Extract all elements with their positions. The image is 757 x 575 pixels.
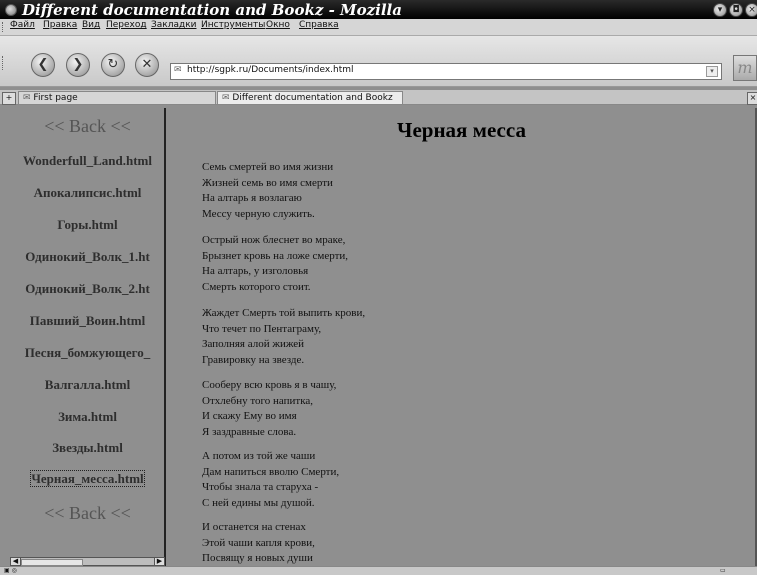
- poem-line: Гравировку на звезде.: [202, 353, 305, 366]
- tab-different-documentation[interactable]: ✉ Different documentation and Bookz: [217, 91, 403, 104]
- menu-go[interactable]: Переход: [106, 20, 147, 30]
- back-link-bottom[interactable]: << Back <<: [10, 503, 165, 524]
- poem-title: Черная месса: [397, 118, 526, 142]
- poem-line: Мессу черную служить.: [202, 207, 315, 220]
- poem-line: Жаждет Смерть той выпить крови,: [202, 307, 366, 319]
- tab-label: Different documentation and Bookz: [232, 93, 393, 103]
- window-menu-icon[interactable]: [5, 4, 17, 16]
- sidebar-link[interactable]: Звезды.html: [10, 440, 165, 456]
- reload-icon[interactable]: ↻: [101, 53, 125, 77]
- poem-line: Сооберу всю кровь я в чашу,: [202, 379, 337, 391]
- url-input[interactable]: ✉ http://sgpk.ru/Documents/index.html ▾: [170, 63, 722, 80]
- poem-line: Что течет по Пентаграму,: [202, 322, 322, 335]
- poem-line: Отхлебну того напитка,: [202, 394, 314, 407]
- minimize-icon[interactable]: ▾: [713, 3, 727, 17]
- poem-line: Заполняя алой жижей: [202, 338, 305, 350]
- sidebar-link[interactable]: Горы.html: [10, 217, 165, 233]
- tab-page-icon: ✉: [23, 93, 31, 103]
- menu-file[interactable]: Файл: [10, 20, 35, 30]
- poem-line: Острый нож блеснет во мраке,: [202, 234, 346, 246]
- sidebar-frame: << Back << Wonderfull_Land.html Апокалип…: [10, 108, 165, 560]
- poem-line: И останется на стенах: [202, 521, 306, 533]
- sidebar-link[interactable]: Песня_бомжующего_: [10, 345, 165, 361]
- sidebar-link[interactable]: Зима.html: [10, 409, 165, 425]
- new-tab-icon[interactable]: +: [2, 92, 16, 105]
- poem-line: Этой чаши капля крови,: [202, 536, 315, 549]
- stanza: Жаждет Смерть той выпить крови, Что тече…: [202, 306, 365, 368]
- toolbar-grip[interactable]: [2, 22, 7, 32]
- tab-page-icon: ✉: [222, 93, 230, 103]
- scrollbar-thumb[interactable]: [21, 559, 83, 566]
- throbber-logo-icon[interactable]: m: [733, 55, 757, 81]
- page-icon: ✉: [174, 65, 182, 75]
- menu-window[interactable]: Окно: [266, 20, 290, 30]
- window-title: Different documentation and Bookz - Mozi…: [22, 1, 402, 19]
- tab-first-page[interactable]: ✉ First page: [18, 91, 216, 104]
- close-icon[interactable]: ×: [745, 3, 757, 17]
- sidebar-link[interactable]: Одинокий_Волк_1.ht: [10, 249, 165, 265]
- poem-line: Посвящу я новых души: [202, 552, 313, 564]
- poem-line: А потом из той же чаши: [202, 450, 316, 462]
- horizontal-scrollbar[interactable]: ◀ ▶: [10, 557, 165, 566]
- poem-line: Я заздравные слова.: [202, 425, 297, 438]
- poem-line: С ней едины мы душой.: [202, 496, 315, 509]
- poem-line: Брызнет кровь на ложе смерти,: [202, 249, 349, 262]
- poem-line: На алтарь я возлагаю: [202, 192, 302, 204]
- maximize-icon[interactable]: ◘: [729, 3, 743, 17]
- menu-help[interactable]: Справка: [299, 20, 339, 30]
- menu-tools[interactable]: Инструменты: [201, 20, 265, 30]
- menu-bookmarks[interactable]: Закладки: [151, 20, 197, 30]
- sidebar-link-selected[interactable]: Черная_месса.html: [30, 470, 145, 487]
- menu-bar: Файл Правка Вид Переход Закладки Инструм…: [0, 19, 757, 36]
- poem-line: И скажу Ему во имя: [202, 410, 297, 422]
- scroll-left-icon[interactable]: ◀: [11, 558, 21, 565]
- stop-icon[interactable]: ✕: [135, 53, 159, 77]
- sidebar-link[interactable]: Апокалипсис.html: [10, 185, 165, 201]
- content-frame: Черная месса Семь смертей во имя жизни Ж…: [166, 108, 757, 566]
- poem-line: Дам напиться вволю Смерти,: [202, 465, 340, 478]
- tab-label: First page: [33, 93, 78, 103]
- stanza: Семь смертей во имя жизни Жизней семь во…: [202, 160, 333, 222]
- stanza: И останется на стенах Этой чаши капля кр…: [202, 520, 315, 566]
- stanza: А потом из той же чаши Дам напиться ввол…: [202, 449, 339, 511]
- forward-icon[interactable]: ❯: [66, 53, 90, 77]
- close-tab-icon[interactable]: ×: [747, 92, 757, 105]
- stanza: Острый нож блеснет во мраке, Брызнет кро…: [202, 233, 348, 295]
- stanza: Сооберу всю кровь я в чашу, Отхлебну тог…: [202, 378, 336, 440]
- sidebar-link[interactable]: Валгалла.html: [10, 377, 165, 393]
- poem-line: Чтобы знала та старуха -: [202, 481, 319, 493]
- sidebar-link[interactable]: Павший_Воин.html: [10, 313, 165, 329]
- poem-line: Смерть которого стоит.: [202, 280, 311, 293]
- poem-line: На алтарь, у изголовья: [202, 265, 309, 277]
- url-dropdown-icon[interactable]: ▾: [706, 66, 718, 77]
- sidebar-link[interactable]: Одинокий_Волк_2.ht: [10, 281, 165, 297]
- url-text[interactable]: http://sgpk.ru/Documents/index.html: [187, 65, 354, 75]
- poem-line: Семь смертей во имя жизни: [202, 161, 334, 173]
- back-icon[interactable]: ❮: [31, 53, 55, 77]
- scroll-right-icon[interactable]: ▶: [154, 558, 164, 565]
- poem-line: Жизней семь во имя смерти: [202, 176, 333, 189]
- back-link-top[interactable]: << Back <<: [10, 116, 165, 137]
- menu-edit[interactable]: Правка: [43, 20, 77, 30]
- toolbar-grip[interactable]: [2, 56, 7, 70]
- sidebar-link[interactable]: Wonderfull_Land.html: [10, 153, 165, 169]
- window-titlebar[interactable]: Different documentation and Bookz - Mozi…: [0, 0, 757, 19]
- menu-view[interactable]: Вид: [82, 20, 100, 30]
